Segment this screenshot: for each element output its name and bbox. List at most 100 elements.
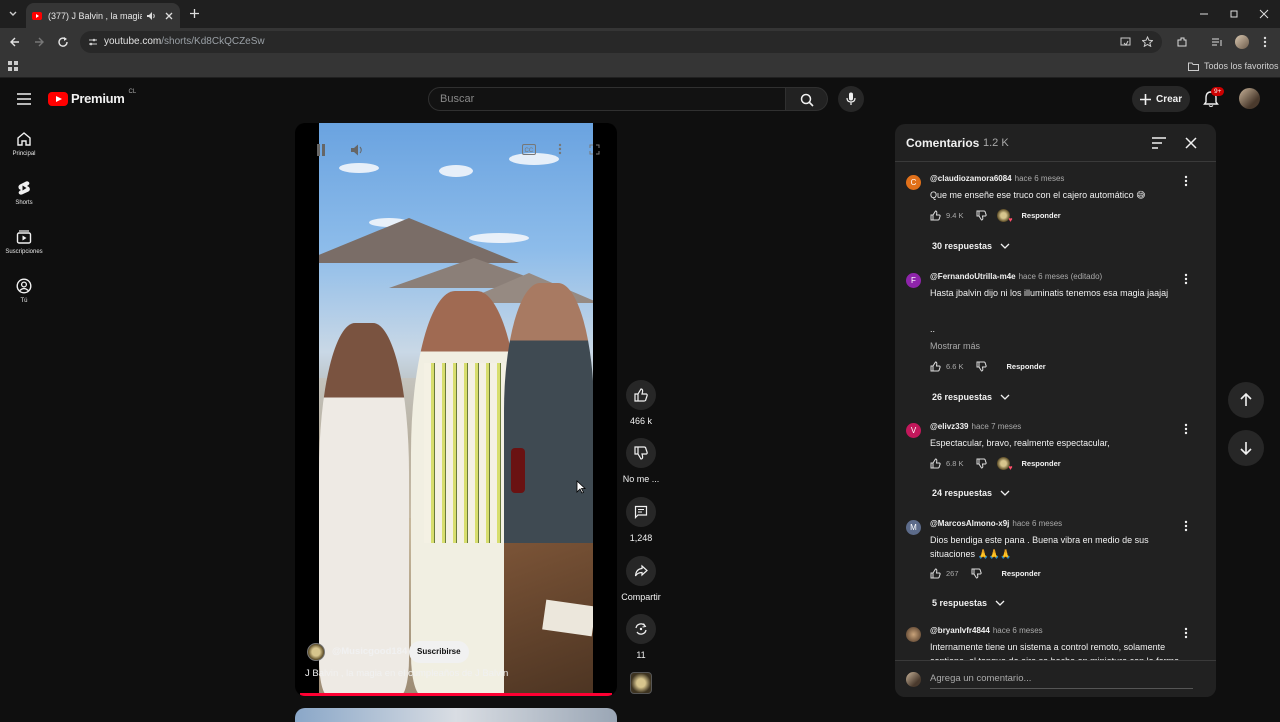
- folder-icon: [1188, 62, 1199, 71]
- volume-icon[interactable]: [350, 143, 364, 157]
- notifications-button[interactable]: 9+: [1203, 87, 1225, 108]
- home-icon: [17, 132, 31, 146]
- view-replies-button[interactable]: 24 respuestas: [932, 488, 1010, 498]
- video-progress-bar[interactable]: [300, 693, 612, 696]
- add-comment-bar: Agrega un comentario...: [895, 660, 1216, 697]
- site-info-icon[interactable]: [88, 37, 98, 47]
- cast-icon[interactable]: [1120, 37, 1131, 47]
- comment-menu-icon[interactable]: [1184, 627, 1188, 639]
- dislike-icon[interactable]: [976, 210, 987, 221]
- search-button[interactable]: [786, 87, 828, 111]
- channel-name[interactable]: @Musicgood184: [332, 646, 407, 657]
- url-input[interactable]: youtube.com/shorts/Kd8CkQCZeSw: [80, 31, 1162, 53]
- chrome-menu-icon[interactable]: [1262, 36, 1268, 48]
- comment-avatar[interactable]: V: [906, 423, 921, 438]
- fullscreen-icon[interactable]: [589, 144, 600, 155]
- next-short-button[interactable]: [1228, 430, 1264, 466]
- close-window-icon[interactable]: [1259, 9, 1269, 19]
- chevron-down-icon: [995, 600, 1005, 606]
- comment-menu-icon[interactable]: [1184, 520, 1188, 532]
- previous-short-button[interactable]: [1228, 382, 1264, 418]
- audio-track-thumbnail[interactable]: [630, 672, 652, 694]
- dislike-icon[interactable]: [976, 458, 987, 469]
- subscriptions-icon: [16, 230, 32, 244]
- view-replies-button[interactable]: 30 respuestas: [932, 241, 1010, 251]
- comment-author[interactable]: @claudiozamora6084: [930, 174, 1012, 183]
- comment-menu-icon[interactable]: [1184, 175, 1188, 187]
- comment-author[interactable]: @FernandoUtrilla-m4e: [930, 272, 1016, 281]
- reply-button[interactable]: Responder: [1002, 569, 1041, 578]
- like-icon[interactable]: [930, 458, 941, 469]
- like-icon[interactable]: [930, 568, 941, 579]
- sidebar-item-home[interactable]: Principal: [0, 131, 48, 175]
- comment-time: hace 6 meses: [992, 626, 1043, 635]
- back-icon[interactable]: [9, 36, 21, 48]
- dislike-icon[interactable]: [976, 361, 987, 372]
- forward-icon[interactable]: [33, 36, 45, 48]
- dislike-icon: [634, 446, 648, 460]
- comment-menu-icon[interactable]: [1184, 423, 1188, 435]
- sort-icon[interactable]: [1152, 137, 1166, 149]
- sidebar-item-shorts[interactable]: Shorts: [0, 180, 48, 224]
- menu-icon[interactable]: [17, 93, 31, 105]
- view-replies-button[interactable]: 5 respuestas: [932, 598, 1005, 608]
- close-comments-icon[interactable]: [1185, 137, 1197, 149]
- sidebar-item-you[interactable]: Tú: [0, 278, 48, 322]
- apps-grid-icon[interactable]: [8, 61, 19, 72]
- comment-author[interactable]: @bryanlvfr4844: [930, 626, 990, 635]
- shorts-player[interactable]: CC @Musicgood184 Suscribirse J Balvin , …: [295, 123, 617, 696]
- extensions-icon[interactable]: [1176, 36, 1188, 48]
- profile-avatar[interactable]: [1235, 35, 1249, 49]
- dislike-button[interactable]: No me ...: [620, 438, 662, 484]
- browser-tab-active[interactable]: (377) J Balvin , la magia en el: [26, 3, 180, 28]
- like-icon[interactable]: [930, 210, 941, 221]
- create-button[interactable]: Crear: [1132, 86, 1190, 112]
- comment-author[interactable]: @MarcosAlmono-x9j: [930, 519, 1009, 528]
- account-avatar[interactable]: [1239, 88, 1260, 109]
- restore-icon[interactable]: [1229, 9, 1239, 19]
- bookmark-star-icon[interactable]: [1142, 36, 1153, 47]
- reply-button[interactable]: Responder: [1022, 459, 1061, 468]
- search-input[interactable]: Buscar: [428, 87, 786, 111]
- reload-icon[interactable]: [57, 36, 69, 48]
- chevron-down-icon: [1000, 394, 1010, 400]
- new-tab-icon[interactable]: [189, 8, 200, 19]
- view-replies-button[interactable]: 26 respuestas: [932, 392, 1010, 402]
- comment-text: Que me enseñe ese truco con el cajero au…: [930, 190, 1146, 200]
- comment-avatar[interactable]: F: [906, 273, 921, 288]
- more-options-icon[interactable]: [558, 143, 562, 155]
- channel-avatar[interactable]: [307, 643, 325, 661]
- comment-avatar[interactable]: M: [906, 520, 921, 535]
- all-bookmarks-folder[interactable]: Todos los favoritos: [1188, 61, 1279, 71]
- video-frame[interactable]: [319, 123, 593, 696]
- comments-button[interactable]: 1,248: [620, 497, 662, 543]
- add-comment-input[interactable]: Agrega un comentario...: [930, 671, 1193, 689]
- comment-menu-icon[interactable]: [1184, 273, 1188, 285]
- speaker-icon[interactable]: [146, 11, 156, 21]
- comment-author[interactable]: @elivz339: [930, 422, 969, 431]
- dislike-icon[interactable]: [971, 568, 982, 579]
- reply-button[interactable]: Responder: [1022, 211, 1061, 220]
- show-more-link[interactable]: Mostrar más: [930, 341, 980, 351]
- remix-button[interactable]: 11: [620, 614, 662, 660]
- youtube-favicon-icon: [32, 11, 42, 20]
- like-icon[interactable]: [930, 361, 941, 372]
- comment-likes: 6.6 K: [946, 362, 964, 371]
- share-button[interactable]: Compartir: [620, 556, 662, 602]
- minimize-icon[interactable]: [1199, 9, 1209, 19]
- comment-item: C @claudiozamora6084 hace 6 meses Que me …: [895, 171, 1216, 266]
- replies-count: 26 respuestas: [932, 392, 993, 402]
- sidebar-item-subscriptions[interactable]: Suscripciones: [0, 229, 48, 273]
- like-button[interactable]: 466 k: [620, 380, 662, 426]
- close-tab-icon[interactable]: [164, 11, 174, 21]
- tab-search-icon[interactable]: [8, 9, 18, 19]
- voice-search-button[interactable]: [838, 86, 864, 112]
- pause-icon[interactable]: [316, 144, 326, 156]
- comment-avatar[interactable]: C: [906, 175, 921, 190]
- comment-avatar[interactable]: [906, 627, 921, 642]
- media-control-icon[interactable]: [1211, 36, 1223, 48]
- youtube-logo[interactable]: Premium CL: [48, 89, 136, 106]
- reply-button[interactable]: Responder: [1007, 362, 1046, 371]
- captions-icon[interactable]: CC: [522, 144, 536, 155]
- subscribe-button[interactable]: Suscribirse: [409, 641, 469, 663]
